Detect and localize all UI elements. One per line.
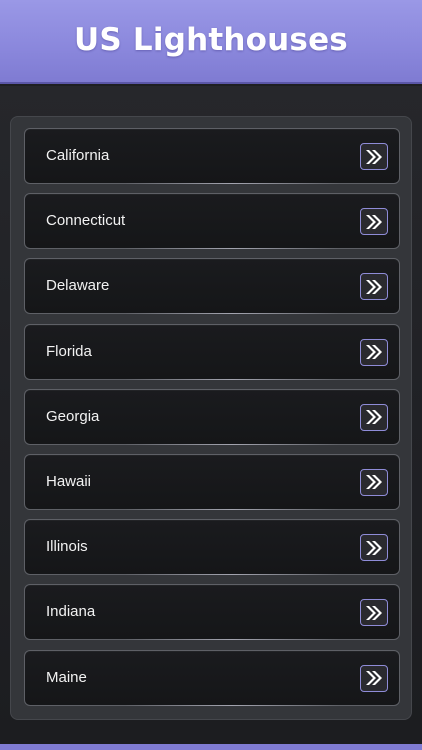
list-item-label: Delaware	[46, 277, 110, 295]
double-chevron-right-icon[interactable]	[360, 534, 388, 562]
list-item-georgia[interactable]: Georgia	[24, 388, 400, 445]
double-chevron-right-icon[interactable]	[360, 468, 388, 496]
list-item-florida[interactable]: Florida	[24, 323, 400, 380]
list-item-label: Hawaii	[46, 472, 92, 490]
app-header: US Lighthouses	[0, 0, 422, 84]
state-list: California Connecticut Delaware Florida …	[24, 128, 400, 715]
list-item-label: California	[46, 147, 110, 164]
list-item-label: Illinois	[46, 538, 88, 556]
list-item-connecticut[interactable]: Connecticut	[24, 193, 400, 250]
list-item-illinois[interactable]: Illinois	[24, 519, 400, 576]
double-chevron-right-icon[interactable]	[360, 273, 388, 301]
double-chevron-right-icon[interactable]	[360, 338, 388, 366]
double-chevron-right-icon[interactable]	[360, 403, 388, 431]
page-title: US Lighthouses	[74, 22, 348, 58]
double-chevron-right-icon[interactable]	[360, 208, 388, 236]
double-chevron-right-icon[interactable]	[360, 143, 388, 170]
list-item-label: Florida	[46, 342, 92, 360]
list-item-maine[interactable]: Maine	[24, 649, 400, 706]
list-item-hawaii[interactable]: Hawaii	[24, 453, 400, 510]
list-item-indiana[interactable]: Indiana	[24, 584, 400, 641]
list-item-delaware[interactable]: Delaware	[24, 258, 400, 315]
list-item-label: Georgia	[46, 407, 100, 425]
bottom-accent-bar	[0, 744, 422, 750]
list-item-label: Indiana	[46, 603, 96, 621]
list-item-california[interactable]: California	[24, 128, 400, 184]
list-item-label: Maine	[46, 668, 87, 686]
list-item-label: Connecticut	[46, 212, 126, 230]
double-chevron-right-icon[interactable]	[360, 664, 388, 692]
double-chevron-right-icon[interactable]	[360, 599, 388, 627]
